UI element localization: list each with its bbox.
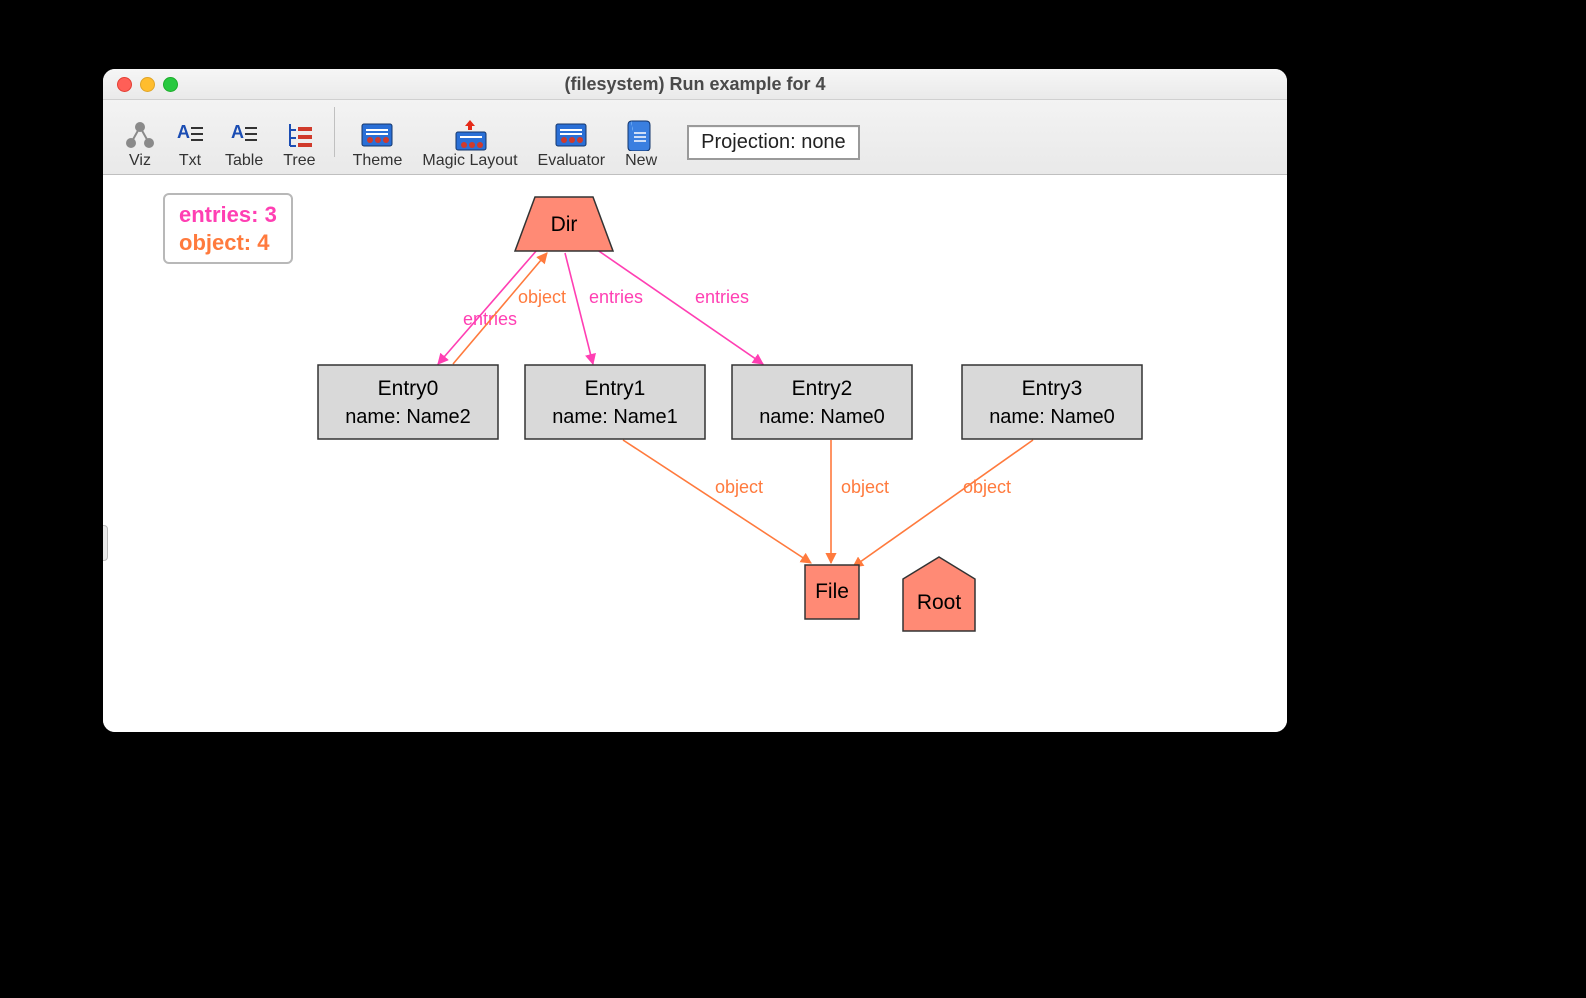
new-icon [626, 118, 656, 152]
txt-button[interactable]: A Txt [165, 106, 215, 170]
edge-label-entry2-file: object [841, 477, 889, 497]
theme-icon [360, 118, 394, 152]
node-root[interactable]: Root [903, 557, 975, 631]
diagram-canvas[interactable]: entries: 3 object: 4 [103, 175, 1287, 732]
edge-dir-entry1 [565, 253, 593, 364]
node-dir-label: Dir [551, 213, 578, 236]
evaluator-label: Evaluator [538, 152, 606, 170]
node-entry0[interactable]: Entry0 name: Name2 [318, 365, 498, 439]
edge-label-entry3-file: object [963, 477, 1011, 497]
node-entry1-line2: name: Name1 [552, 406, 678, 428]
edge-label-dir-entry2: entries [695, 287, 749, 307]
node-file[interactable]: File [805, 565, 859, 619]
node-entry2[interactable]: Entry2 name: Name0 [732, 365, 912, 439]
viz-icon [125, 118, 155, 152]
graph-svg: entries entries entries object object ob… [103, 175, 1287, 732]
close-icon[interactable] [117, 77, 132, 92]
edge-entry1-file [623, 440, 811, 563]
new-button[interactable]: New [615, 106, 667, 170]
evaluator-button[interactable]: Evaluator [528, 106, 616, 170]
node-file-label: File [815, 580, 849, 603]
edge-label-dir-entry0: entries [463, 309, 517, 329]
svg-text:A: A [231, 122, 244, 142]
edge-dir-entry0 [438, 250, 537, 364]
titlebar: (filesystem) Run example for 4 [103, 69, 1287, 100]
table-label: Table [225, 152, 263, 170]
edge-entry3-file [853, 440, 1033, 567]
edge-label-entry1-file: object [715, 477, 763, 497]
magic-layout-button[interactable]: Magic Layout [412, 106, 527, 170]
node-entry3-line2: name: Name0 [989, 406, 1115, 428]
minimize-icon[interactable] [140, 77, 155, 92]
node-entry3[interactable]: Entry3 name: Name0 [962, 365, 1142, 439]
window-title: (filesystem) Run example for 4 [103, 74, 1287, 95]
viz-label: Viz [129, 152, 151, 170]
magic-layout-label: Magic Layout [422, 152, 517, 170]
tree-button[interactable]: Tree [273, 106, 325, 170]
node-entry3-line1: Entry3 [1022, 377, 1083, 400]
node-entry1-line1: Entry1 [585, 377, 646, 400]
new-label: New [625, 152, 657, 170]
table-button[interactable]: A Table [215, 106, 273, 170]
node-root-label: Root [917, 591, 962, 614]
txt-label: Txt [179, 152, 201, 170]
node-entry0-line2: name: Name2 [345, 406, 471, 428]
edge-label-dir-entry1: entries [589, 287, 643, 307]
node-entry1[interactable]: Entry1 name: Name1 [525, 365, 705, 439]
node-dir[interactable]: Dir [515, 197, 613, 251]
toolbar-separator [334, 107, 335, 157]
projection-label: Projection: none [701, 131, 846, 153]
edge-label-entry0-dir: object [518, 287, 566, 307]
node-entry2-line1: Entry2 [792, 377, 853, 400]
toolbar: Viz A Txt A Table Tree [103, 100, 1287, 175]
theme-label: Theme [353, 152, 403, 170]
tree-icon [284, 118, 314, 152]
evaluator-icon [554, 118, 588, 152]
theme-button[interactable]: Theme [343, 106, 413, 170]
node-entry0-line1: Entry0 [378, 377, 439, 400]
zoom-icon[interactable] [163, 77, 178, 92]
window-controls [117, 77, 178, 92]
app-window: (filesystem) Run example for 4 Viz A Txt… [103, 69, 1287, 732]
viz-button[interactable]: Viz [115, 106, 165, 170]
txt-icon: A [175, 118, 205, 152]
svg-text:A: A [177, 122, 190, 142]
magic-layout-icon [450, 118, 490, 152]
table-icon: A [229, 118, 259, 152]
projection-selector[interactable]: Projection: none [687, 125, 860, 160]
node-entry2-line2: name: Name0 [759, 406, 885, 428]
tree-label: Tree [283, 152, 315, 170]
